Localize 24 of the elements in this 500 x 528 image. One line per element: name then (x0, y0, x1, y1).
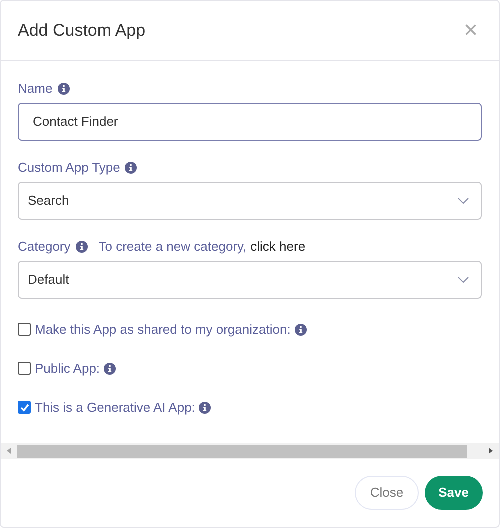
checkbox-label: This is a Generative AI App: (35, 398, 196, 417)
checkbox-label: Make this App as shared to my organization: (35, 320, 291, 339)
info-icon (294, 324, 307, 336)
checkbox-label: Public App: (35, 360, 100, 378)
dropdown-select[interactable]: Default (18, 261, 482, 299)
close-button[interactable]: Close (355, 476, 419, 510)
checkbox[interactable] (18, 323, 31, 336)
checkbox[interactable] (18, 401, 31, 414)
dropdown-select[interactable]: Search (18, 182, 482, 220)
chevron-down-icon (458, 198, 469, 204)
checkbox[interactable] (18, 362, 31, 375)
scrollbar-thumb[interactable] (17, 444, 467, 458)
field-label: Custom App Type (18, 159, 120, 178)
name-input-field[interactable]: Contact Finder (18, 103, 482, 141)
horizontal-scrollbar[interactable] (1, 443, 499, 459)
create-category-link[interactable]: click here (250, 237, 306, 257)
dialog-title: Add Custom App (18, 20, 146, 42)
field-hint: To create a new category, (98, 238, 247, 256)
info-icon (199, 402, 212, 414)
info-icon (104, 362, 116, 374)
save-button[interactable]: Save (424, 476, 483, 510)
field-label: Name (18, 80, 53, 98)
chevron-down-icon (458, 277, 469, 283)
field-label: Category (18, 238, 71, 256)
